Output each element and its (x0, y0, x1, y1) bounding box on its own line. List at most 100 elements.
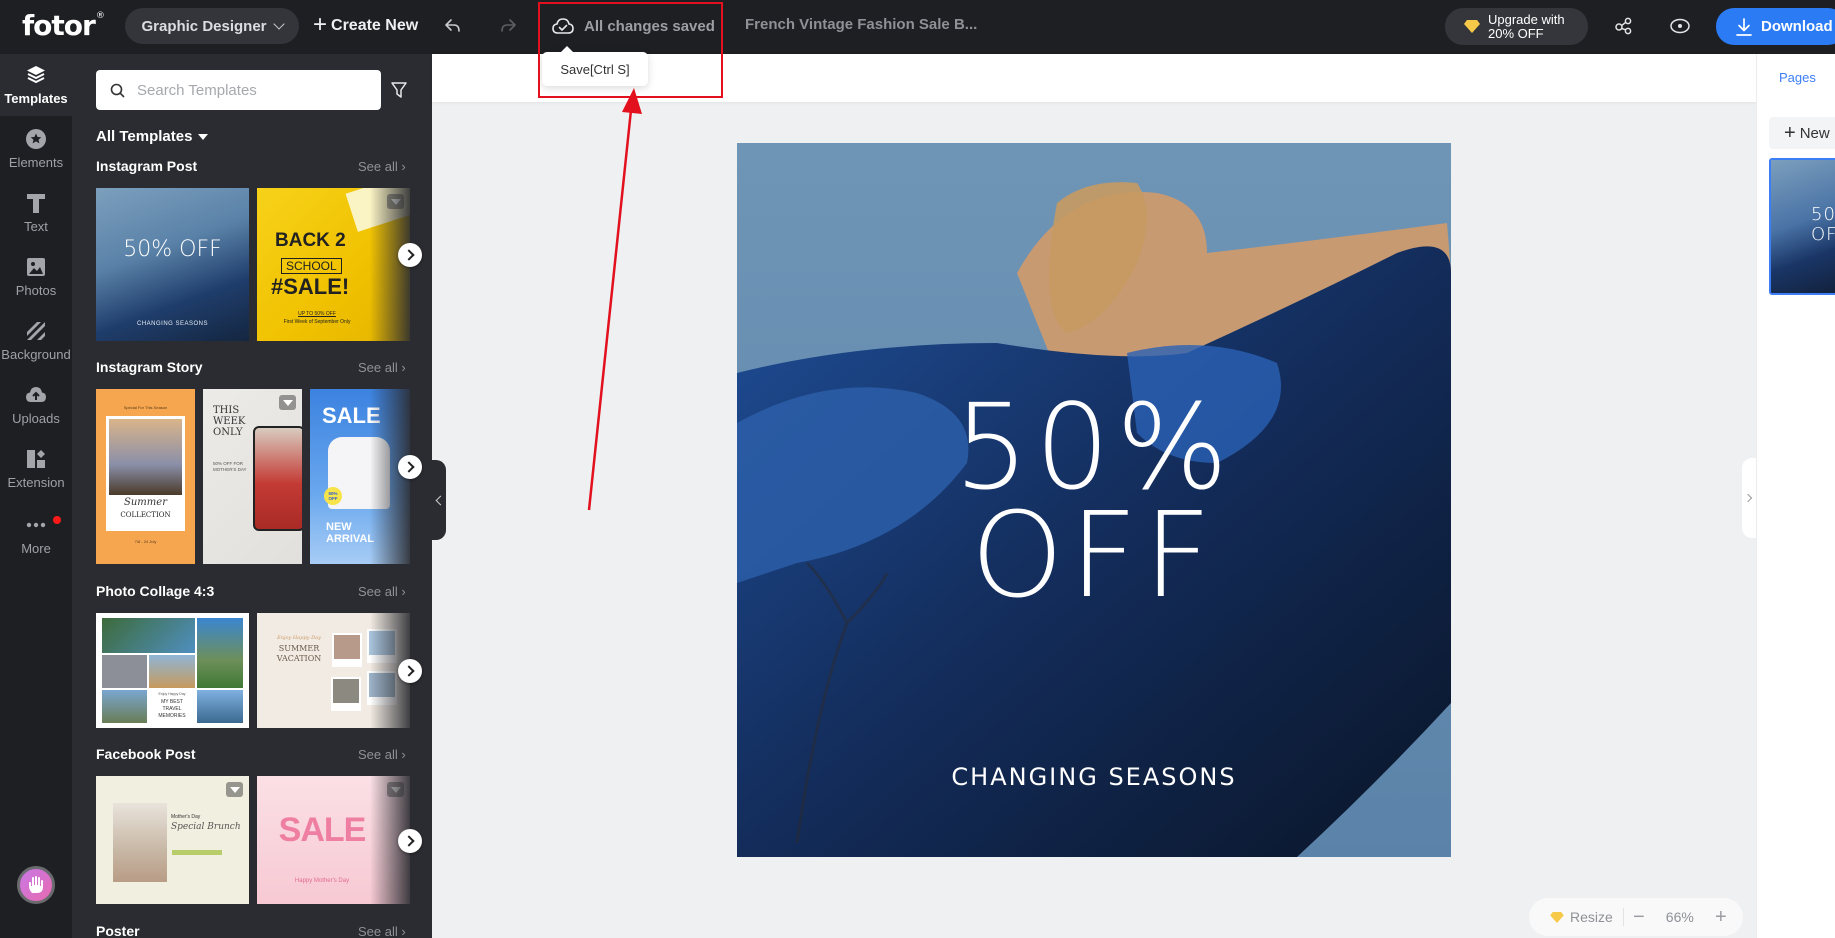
pages-panel: Pages + New 50% OFF (1756, 54, 1835, 938)
page-thumbnail[interactable]: 50% OFF (1769, 158, 1835, 295)
download-icon (1736, 17, 1752, 36)
rail-label: More (21, 541, 51, 556)
new-page-button[interactable]: + New (1769, 117, 1835, 149)
template-thumb[interactable]: SALE 50% OFF NEW ARRIVAL (310, 389, 410, 564)
rail-item-elements[interactable]: Elements (0, 118, 72, 180)
annotation-arrow-shaft (587, 109, 633, 511)
download-label: Download (1761, 18, 1833, 35)
thumb-line2: SCHOOL (281, 258, 342, 274)
thumb-highlight (172, 850, 222, 855)
thumb-headline: MY BEST TRAVEL MEMORIES (158, 699, 186, 719)
filter-icon[interactable] (390, 81, 408, 99)
rail-label: Background (1, 347, 71, 362)
design-canvas[interactable]: 50% OFF CHANGING SEASONS (737, 143, 1451, 857)
see-all-label: See all (358, 924, 398, 938)
collage-photo (149, 655, 195, 688)
create-new-button[interactable]: + Create New (313, 8, 418, 44)
see-all-label: See all (358, 584, 398, 599)
upgrade-line2: 20% OFF (1488, 25, 1544, 41)
thumb-frame: Summer COLLECTION (106, 416, 185, 531)
canvas-subtitle[interactable]: CHANGING SEASONS (737, 763, 1451, 791)
collage-photo (197, 690, 243, 723)
fotor-logo[interactable]: fotor® (22, 9, 105, 42)
collapse-panel-handle[interactable] (432, 460, 446, 540)
template-thumb[interactable]: BACK 2 SCHOOL #SALE! UP TO 50% OFF First… (257, 188, 410, 341)
scroll-next-button[interactable] (398, 455, 422, 479)
template-thumb[interactable]: THIS WEEK ONLY 50% OFF FOR MOTHER'S DAY (203, 389, 302, 564)
tab-pages[interactable]: Pages (1779, 70, 1816, 85)
upgrade-button[interactable]: Upgrade with 20% OFF (1445, 8, 1588, 45)
document-title[interactable]: French Vintage Fashion Sale B... (745, 16, 977, 33)
zoom-level[interactable]: 66% (1654, 909, 1706, 925)
scroll-next-button[interactable] (398, 243, 422, 267)
thumb-sub2: First Week of September Only (283, 319, 351, 325)
assistant-button[interactable] (17, 866, 55, 904)
save-status-button[interactable]: All changes saved (552, 12, 715, 40)
rail-item-extension[interactable]: Extension (0, 438, 72, 500)
download-button[interactable]: Download (1716, 8, 1835, 45)
polaroid (332, 633, 362, 667)
scroll-next-button[interactable] (398, 829, 422, 853)
upgrade-line1: Upgrade with (1488, 11, 1565, 27)
layers-icon (27, 66, 45, 84)
page-thumb-text: 50% OFF (1811, 204, 1835, 245)
stripes-icon (27, 322, 45, 340)
share-button[interactable] (1612, 14, 1636, 38)
canvas-headline-line2[interactable]: OFF (737, 496, 1451, 614)
rail-item-text[interactable]: Text (0, 182, 72, 244)
thumb-line3: #SALE! (271, 274, 350, 299)
role-selector-dropdown[interactable]: Graphic Designer (125, 8, 299, 44)
premium-icon (226, 782, 243, 797)
template-thumb[interactable]: SALE Happy Mother's Day (257, 776, 410, 904)
canvas-headline-line1[interactable]: 50% (737, 388, 1451, 506)
scroll-next-button[interactable] (398, 659, 422, 683)
see-all-poster[interactable]: See all › (358, 924, 406, 938)
rail-label: Photos (15, 283, 57, 298)
all-templates-dropdown[interactable]: All Templates (96, 128, 209, 145)
thumb-sub: Happy Mother's Day (294, 878, 350, 884)
rail-item-uploads[interactable]: Uploads (0, 374, 72, 436)
see-all-instagram-story[interactable]: See all › (358, 360, 406, 375)
see-all-photo-collage[interactable]: See all › (358, 584, 406, 599)
rail-item-more[interactable]: More (0, 504, 72, 566)
preview-button[interactable] (1668, 14, 1692, 38)
zoom-out-button[interactable]: − (1624, 906, 1654, 929)
template-thumb[interactable]: Enjoy Happy Day MY BEST TRAVEL MEMORIES (96, 613, 249, 728)
logo-registered-mark: ® (95, 11, 105, 21)
template-thumb[interactable]: Special For This Season Summer COLLECTIO… (96, 389, 195, 564)
template-thumb[interactable]: Mother's Day Special Brunch (96, 776, 249, 904)
thumb-top: Enjoy Happy Day (158, 692, 186, 696)
thumb-sub: UP TO 50% OFF (298, 311, 336, 317)
zoom-bar: Resize − 66% + (1529, 898, 1743, 936)
create-new-label: Create New (331, 17, 419, 34)
thumb-headline: BACK 2 (275, 230, 346, 251)
apps-icon (27, 450, 45, 468)
redo-button[interactable] (496, 14, 520, 38)
see-all-label: See all (358, 747, 398, 762)
chevron-down-icon (272, 18, 285, 30)
collapse-pages-handle[interactable] (1742, 458, 1756, 538)
polaroid (331, 677, 361, 711)
thumb-top: Mother's Day (171, 814, 201, 820)
rail-item-templates[interactable]: Templates (0, 54, 72, 116)
save-status-text: All changes saved (584, 17, 715, 35)
search-icon (110, 83, 125, 98)
rail-item-photos[interactable]: Photos (0, 246, 72, 308)
top-header: fotor® Graphic Designer + Create New All… (0, 0, 1835, 54)
section-title-facebook-post: Facebook Post (96, 746, 196, 762)
thumb-headline: SUMMER VACATION (276, 644, 322, 663)
caret-down-icon (198, 133, 209, 140)
rail-item-background[interactable]: Background (0, 310, 72, 372)
thumb-headline: 50% OFF (123, 237, 222, 262)
template-thumb[interactable]: Enjoy Happy Day SUMMER VACATION (257, 613, 410, 728)
logo-text: fotor (22, 9, 96, 42)
undo-button[interactable] (441, 14, 465, 38)
zoom-in-button[interactable]: + (1706, 906, 1736, 929)
thumb-top: Special For This Season (123, 405, 168, 410)
resize-button[interactable]: Resize (1529, 908, 1624, 926)
undo-icon (445, 19, 460, 32)
search-templates-input[interactable] (137, 81, 367, 99)
template-thumb[interactable]: 50% OFF CHANGING SEASONS (96, 188, 249, 341)
see-all-facebook-post[interactable]: See all › (358, 747, 406, 762)
see-all-instagram-post[interactable]: See all › (358, 159, 406, 174)
